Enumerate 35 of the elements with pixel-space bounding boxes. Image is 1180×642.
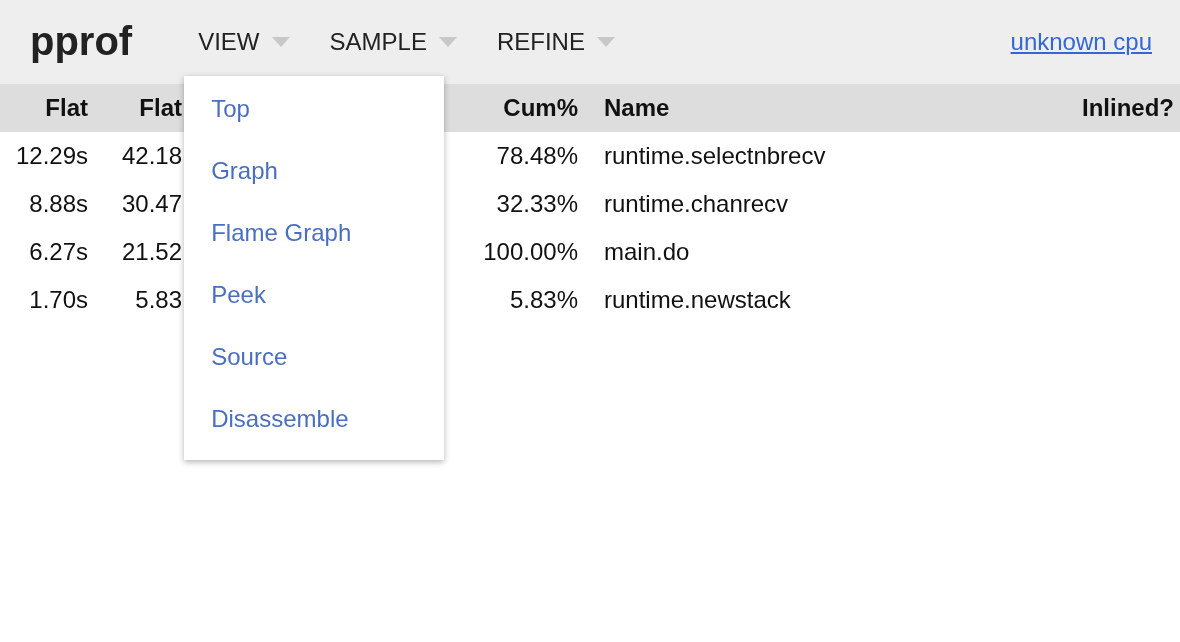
menu-item[interactable]: Graph: [184, 140, 305, 202]
profile-link[interactable]: unknown cpu: [1010, 28, 1152, 56]
table-cell-text: 12.29s: [14, 142, 88, 170]
app-logo: pprof: [30, 18, 133, 64]
table-cell-text: runtime.newstack: [603, 286, 792, 314]
table-cell-text: 8.88s: [28, 190, 88, 218]
table-cell-text: 6.27s: [28, 238, 88, 266]
menu-item[interactable]: Source: [184, 326, 315, 388]
caret-icon: [271, 37, 290, 47]
table-cell-text: main.do: [603, 238, 691, 266]
menu-button[interactable]: VIEW: [198, 28, 290, 56]
column-header[interactable]: Inlined?: [1082, 94, 1180, 122]
table-cell-text: 5.83%: [508, 286, 578, 314]
menu-item[interactable]: Top: [184, 78, 277, 140]
column-header[interactable]: Flat: [0, 94, 88, 122]
column-header[interactable]: Flat: [88, 94, 182, 122]
menu-item[interactable]: Disassemble: [184, 388, 376, 450]
menu-button[interactable]: SAMPLE: [329, 28, 457, 56]
table-cell-text: runtime.chanrecv: [603, 190, 790, 218]
table-cell-text: 5.83: [134, 286, 182, 314]
column-header[interactable]: Name: [578, 94, 1082, 122]
table-cell-text: 30.47: [120, 190, 182, 218]
table-cell-text: 100.00%: [482, 238, 578, 266]
menu-item[interactable]: Peek: [184, 264, 293, 326]
caret-icon: [438, 37, 457, 47]
table-cell-text: 78.48%: [495, 142, 578, 170]
table-cell-text: 21.52: [120, 238, 182, 266]
table-cell-text: 42.18: [120, 142, 182, 170]
table-cell-text: runtime.selectnbrecv: [603, 142, 827, 170]
menu-item[interactable]: Flame Graph: [184, 202, 379, 264]
menu-button[interactable]: REFINE: [496, 28, 615, 56]
table-cell-text: 1.70s: [28, 286, 88, 314]
column-header[interactable]: Cum%: [445, 94, 578, 122]
caret-icon: [596, 37, 615, 47]
table-cell-text: 32.33%: [495, 190, 578, 218]
